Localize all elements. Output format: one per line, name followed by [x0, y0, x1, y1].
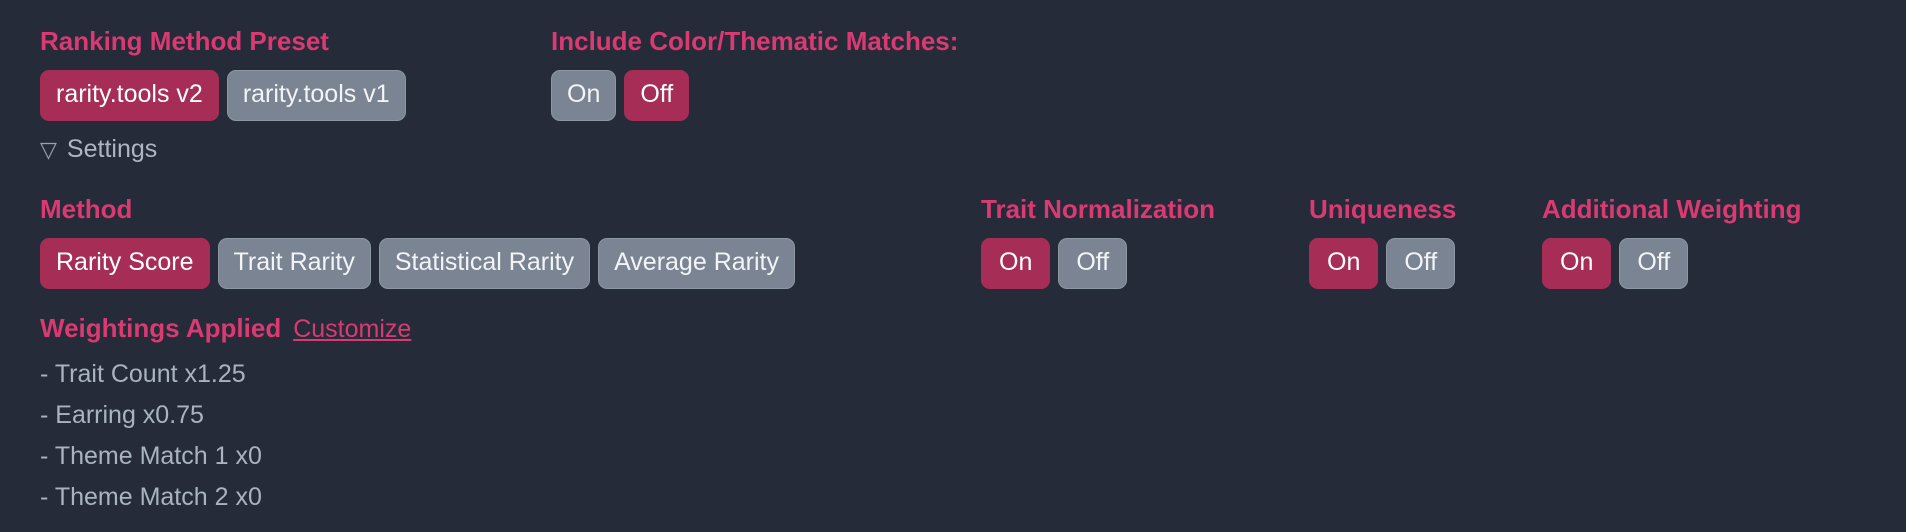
- additional-weighting-options: On Off: [1542, 238, 1801, 289]
- weightings-applied-header: Weightings Applied Customize: [40, 315, 411, 342]
- include-thematic-matches-group: Include Color/Thematic Matches: On Off: [551, 28, 958, 121]
- additional-weighting-group: Additional Weighting On Off: [1542, 196, 1801, 289]
- customize-weightings-link[interactable]: Customize: [293, 317, 411, 342]
- uniqueness-off-button[interactable]: Off: [1386, 238, 1456, 289]
- triangle-down-icon: ▽: [40, 136, 57, 162]
- list-item: - Trait Count x1.25: [40, 360, 246, 388]
- list-item: - Theme Match 1 x0: [40, 442, 262, 470]
- thematic-matches-on-button[interactable]: On: [551, 70, 617, 121]
- trait-normalization-options: On Off: [981, 238, 1215, 289]
- weightings-list: - Trait Count x1.25 - Earring x0.75 - Th…: [40, 362, 411, 510]
- thematic-matches-off-button[interactable]: Off: [624, 70, 690, 121]
- weightings-applied-section: Weightings Applied Customize - Trait Cou…: [40, 315, 411, 510]
- preset-option-rarity-tools-v2[interactable]: rarity.tools v2: [40, 70, 219, 121]
- trait-normalization-heading: Trait Normalization: [981, 194, 1216, 224]
- include-thematic-matches-heading: Include Color/Thematic Matches:: [551, 26, 959, 56]
- settings-disclosure-toggle[interactable]: ▽ Settings: [40, 137, 157, 162]
- uniqueness-heading: Uniqueness: [1309, 194, 1457, 224]
- ranking-method-preset-heading: Ranking Method Preset: [40, 26, 329, 56]
- settings-label: Settings: [66, 135, 158, 163]
- list-item: - Earring x0.75: [40, 401, 204, 429]
- trait-normalization-on-button[interactable]: On: [981, 238, 1051, 289]
- preset-option-rarity-tools-v1[interactable]: rarity.tools v1: [226, 70, 406, 121]
- additional-weighting-off-button[interactable]: Off: [1619, 238, 1689, 289]
- include-thematic-matches-options: On Off: [551, 70, 958, 121]
- list-item: - Theme Match 2 x0: [40, 483, 262, 511]
- method-option-average-rarity[interactable]: Average Rarity: [598, 238, 795, 289]
- method-heading: Method: [40, 194, 133, 224]
- uniqueness-group: Uniqueness On Off: [1309, 196, 1456, 289]
- ranking-method-preset-options: rarity.tools v2 rarity.tools v1: [40, 70, 406, 121]
- trait-normalization-group: Trait Normalization On Off: [981, 196, 1215, 289]
- method-option-rarity-score[interactable]: Rarity Score: [40, 238, 210, 289]
- additional-weighting-on-button[interactable]: On: [1542, 238, 1612, 289]
- method-options: Rarity Score Trait Rarity Statistical Ra…: [40, 238, 795, 289]
- weightings-applied-title: Weightings Applied: [40, 313, 282, 343]
- uniqueness-options: On Off: [1309, 238, 1456, 289]
- rarity-settings-panel: Ranking Method Preset rarity.tools v2 ra…: [0, 0, 1906, 532]
- method-group: Method Rarity Score Trait Rarity Statist…: [40, 196, 795, 289]
- method-option-trait-rarity[interactable]: Trait Rarity: [217, 238, 371, 289]
- method-option-statistical-rarity[interactable]: Statistical Rarity: [378, 238, 591, 289]
- additional-weighting-heading: Additional Weighting: [1542, 194, 1802, 224]
- uniqueness-on-button[interactable]: On: [1309, 238, 1379, 289]
- trait-normalization-off-button[interactable]: Off: [1058, 238, 1128, 289]
- ranking-method-preset-group: Ranking Method Preset rarity.tools v2 ra…: [40, 28, 406, 121]
